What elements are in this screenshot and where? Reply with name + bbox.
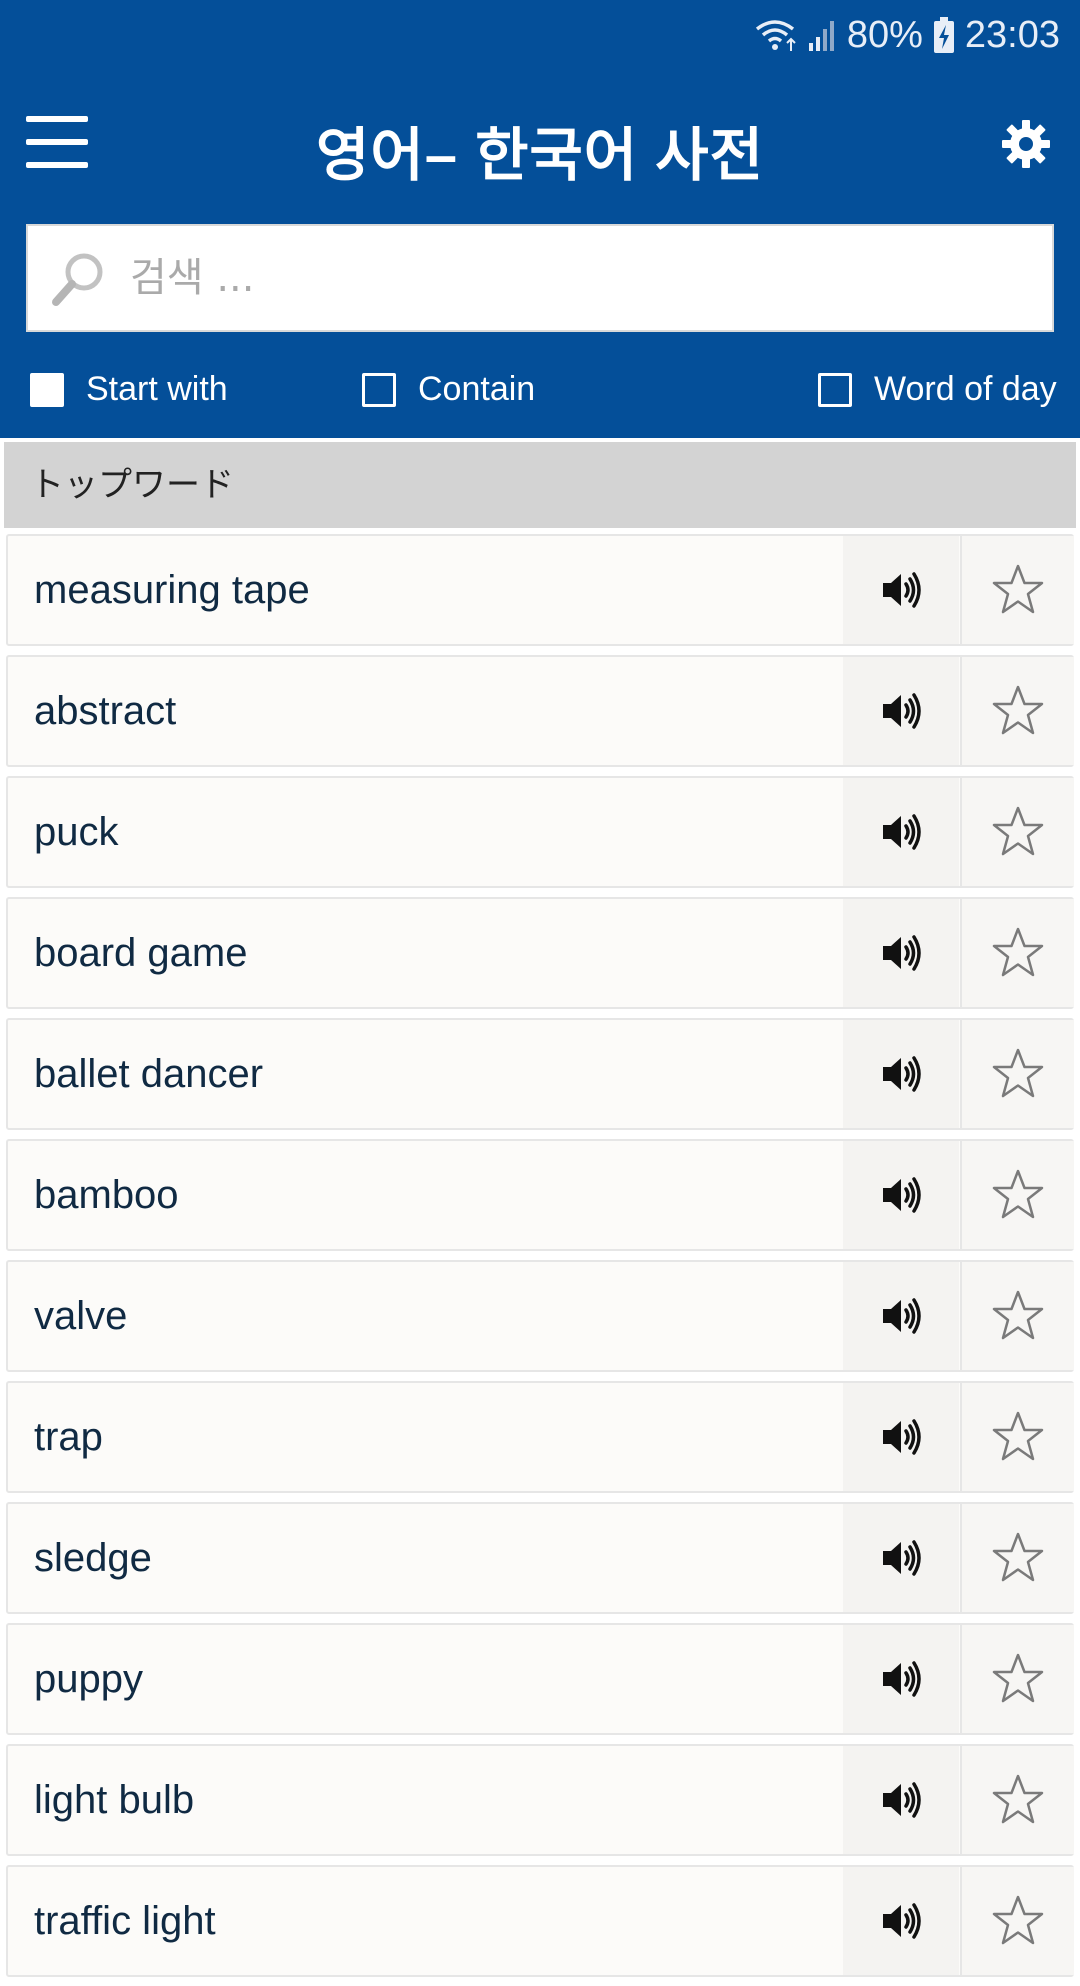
filter-word-of-day[interactable]: Word of day <box>818 370 1057 409</box>
word-row[interactable]: light bulb <box>6 1744 1074 1856</box>
word-of-day-checkbox[interactable] <box>818 372 852 407</box>
search-box <box>26 224 1054 332</box>
speaker-icon[interactable] <box>843 899 959 1007</box>
search-input[interactable] <box>128 254 1012 302</box>
word-row[interactable]: traffic light <box>6 1865 1074 1977</box>
word-list: measuring tape abstract puck board game ball… <box>6 534 1074 1986</box>
word-row[interactable]: puppy <box>6 1623 1074 1735</box>
star-outline-icon[interactable] <box>960 1141 1074 1249</box>
signal-icon <box>808 21 834 51</box>
battery-charging-icon <box>933 17 954 53</box>
word-text[interactable]: sledge <box>34 1504 834 1612</box>
word-text[interactable]: light bulb <box>34 1746 834 1854</box>
star-outline-icon[interactable] <box>960 536 1074 644</box>
word-text[interactable]: traffic light <box>34 1867 834 1975</box>
word-text[interactable]: abstract <box>34 657 834 765</box>
wifi-icon <box>755 20 796 51</box>
search-icon <box>52 253 103 306</box>
filter-contain[interactable]: Contain <box>362 370 535 409</box>
word-row[interactable]: measuring tape <box>6 534 1074 646</box>
speaker-icon[interactable] <box>843 1141 959 1249</box>
star-outline-icon[interactable] <box>960 1504 1074 1612</box>
word-row[interactable]: ballet dancer <box>6 1018 1074 1130</box>
word-text[interactable]: board game <box>34 899 834 1007</box>
status-bar: 80% 23:03 <box>753 10 1060 60</box>
speaker-icon[interactable] <box>843 1262 959 1370</box>
word-row[interactable]: bamboo <box>6 1139 1074 1251</box>
gear-icon[interactable] <box>1000 118 1052 170</box>
star-outline-icon[interactable] <box>960 778 1074 886</box>
speaker-icon[interactable] <box>843 1020 959 1128</box>
speaker-icon[interactable] <box>843 1746 959 1854</box>
app-header: 80% 23:03 영어– 한국어 사전 검색 ... Start with C… <box>0 0 1080 438</box>
page-title: 영어– 한국어 사전 <box>315 123 764 188</box>
word-row[interactable]: puck <box>6 776 1074 888</box>
speaker-icon[interactable] <box>843 778 959 886</box>
word-text[interactable]: puck <box>34 778 834 886</box>
start-with-checkbox[interactable] <box>30 372 64 407</box>
speaker-icon[interactable] <box>843 1383 959 1491</box>
star-outline-icon[interactable] <box>960 1262 1074 1370</box>
section-header: トップワード <box>4 442 1076 528</box>
word-row[interactable]: valve <box>6 1260 1074 1372</box>
speaker-icon[interactable] <box>843 1625 959 1733</box>
start-with-label: Start with <box>86 370 228 408</box>
speaker-icon[interactable] <box>843 657 959 765</box>
word-of-day-label: Word of day <box>874 370 1057 408</box>
word-row[interactable]: trap <box>6 1381 1074 1493</box>
word-text[interactable]: trap <box>34 1383 834 1491</box>
star-outline-icon[interactable] <box>960 1746 1074 1854</box>
clock: 23:03 <box>964 13 1060 56</box>
filter-row: Start with Contain Word of day <box>0 360 1080 420</box>
filter-start-with[interactable]: Start with <box>30 370 228 409</box>
star-outline-icon[interactable] <box>960 1020 1074 1128</box>
word-row[interactable]: abstract <box>6 655 1074 767</box>
word-row[interactable]: board game <box>6 897 1074 1009</box>
star-outline-icon[interactable] <box>960 1867 1074 1975</box>
star-outline-icon[interactable] <box>960 899 1074 1007</box>
word-text[interactable]: ballet dancer <box>34 1020 834 1128</box>
word-row[interactable]: sledge <box>6 1502 1074 1614</box>
star-outline-icon[interactable] <box>960 657 1074 765</box>
word-text[interactable]: valve <box>34 1262 834 1370</box>
contain-checkbox[interactable] <box>362 372 396 407</box>
word-text[interactable]: measuring tape <box>34 536 834 644</box>
word-text[interactable]: bamboo <box>34 1141 834 1249</box>
star-outline-icon[interactable] <box>960 1625 1074 1733</box>
battery-percent: 80% <box>846 13 923 56</box>
speaker-icon[interactable] <box>843 536 959 644</box>
contain-label: Contain <box>418 370 536 408</box>
speaker-icon[interactable] <box>843 1504 959 1612</box>
star-outline-icon[interactable] <box>960 1383 1074 1491</box>
hamburger-menu-icon[interactable] <box>26 116 88 168</box>
word-text[interactable]: puppy <box>34 1625 834 1733</box>
speaker-icon[interactable] <box>843 1867 959 1975</box>
